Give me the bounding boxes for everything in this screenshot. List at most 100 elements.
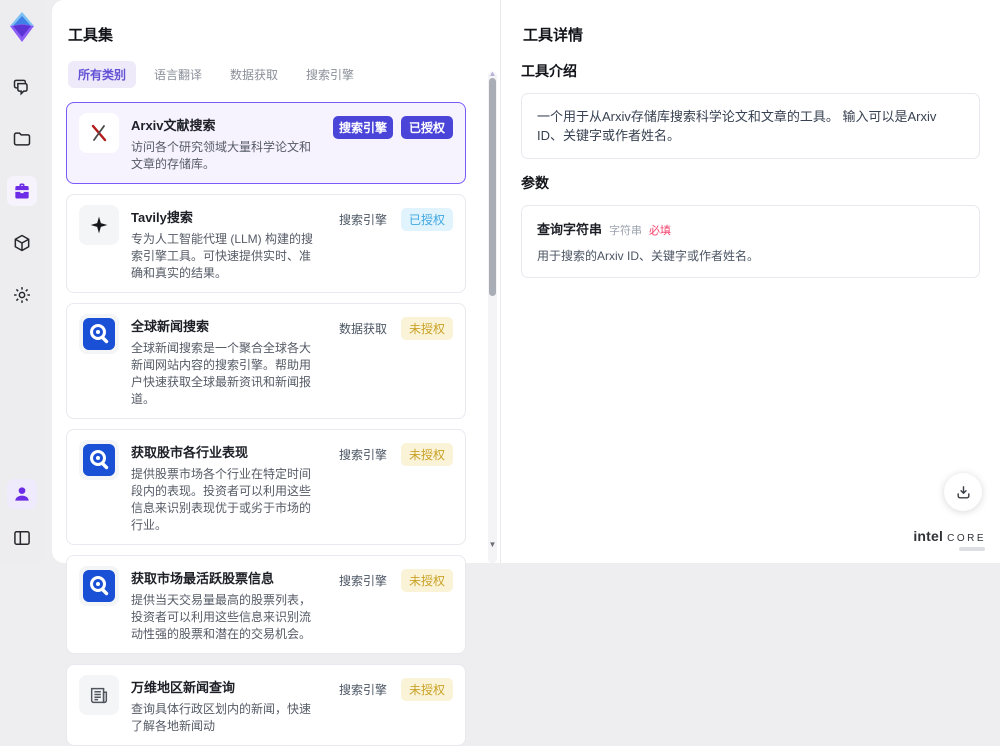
left-rail [0, 0, 44, 563]
brand-subtag [959, 547, 985, 551]
newspaper-icon [88, 684, 110, 706]
detail-title: 工具详情 [523, 27, 584, 44]
tool-title: 全球新闻搜索 [131, 319, 210, 334]
app-logo [7, 10, 37, 44]
core-wordmark: CORE [947, 533, 986, 544]
tool-title: 获取市场最活跃股票信息 [131, 571, 275, 586]
tab-label: 所有类别 [78, 68, 127, 82]
main-panel: 工具集 所有类别 语言翻译 数据获取 搜索引擎 Arxiv文献搜索 访问各个研究… [52, 0, 1000, 746]
tool-title: Arxiv文献搜索 [131, 118, 216, 133]
tool-icon [79, 314, 119, 354]
tool-badges: 数据获取 未授权 [333, 314, 453, 408]
tool-body: 获取股市各行业表现 提供股票市场各个行业在特定时间段内的表现。投资者可以利用这些… [131, 440, 321, 534]
tool-card[interactable]: 万维地区新闻查询 查询具体行政区划内的新闻，快速了解各地新闻动 搜索引擎 未授权 [66, 664, 466, 746]
tool-card[interactable]: Tavily搜索 专为人工智能代理 (LLM) 构建的搜索引擎工具。可快速提供实… [66, 194, 466, 293]
search-app-icon [79, 314, 119, 354]
arxiv-icon [88, 122, 110, 144]
chat-icon[interactable] [7, 72, 37, 102]
tool-description: 访问各个研究领域大量科学论文和文章的存储库。 [131, 140, 312, 171]
parameter-name: 查询字符串 [537, 222, 603, 237]
intel-core-logo: intel CORE [913, 528, 986, 551]
category-tab[interactable]: 所有类别 [68, 61, 137, 88]
category-badge: 搜索引擎 [338, 448, 387, 462]
tool-badges: 搜索引擎 未授权 [333, 566, 453, 643]
tab-label: 数据获取 [230, 68, 279, 82]
tool-list: Arxiv文献搜索 访问各个研究领域大量科学论文和文章的存储库。 搜索引擎 已授… [66, 102, 484, 746]
tool-description: 专为人工智能代理 (LLM) 构建的搜索引擎工具。可快速提供实时、准确和真实的结… [131, 232, 314, 280]
tool-body: 获取市场最活跃股票信息 提供当天交易量最高的股票列表，投资者可以利用这些信息来识… [131, 566, 321, 643]
folder-icon[interactable] [7, 124, 37, 154]
status-badge: 未授权 [400, 569, 453, 592]
category-tab[interactable]: 语言翻译 [144, 61, 212, 88]
category-badge: 搜索引擎 [332, 116, 393, 139]
status-badge: 已授权 [400, 116, 453, 139]
parameter-type: 字符串 [609, 225, 643, 237]
category-tabs: 所有类别 语言翻译 数据获取 搜索引擎 [68, 61, 484, 88]
tool-body: Arxiv文献搜索 访问各个研究领域大量科学论文和文章的存储库。 [131, 113, 321, 173]
intel-wordmark: intel [913, 528, 944, 544]
tool-detail-pane: 工具详情 工具介绍 一个用于从Arxiv存储库搜索科学论文和文章的工具。 输入可… [501, 0, 1000, 563]
parameter-description: 用于搜索的Arxiv ID、关键字或作者姓名。 [537, 249, 760, 263]
tool-title: 万维地区新闻查询 [131, 680, 236, 695]
status-badge: 未授权 [400, 443, 453, 466]
search-app-icon [79, 566, 119, 606]
intro-text: 一个用于从Arxiv存储库搜索科学论文和文章的工具。 输入可以是Arxiv ID… [537, 109, 937, 143]
tool-title: Tavily搜索 [131, 210, 193, 225]
category-badge: 搜索引擎 [338, 213, 387, 227]
scroll-down-icon[interactable]: ▼ [488, 541, 497, 549]
tool-icon [79, 205, 119, 245]
tool-icon [79, 675, 119, 715]
tool-title: 获取股市各行业表现 [131, 445, 249, 460]
status-badge: 未授权 [400, 317, 453, 340]
account-icon[interactable] [7, 479, 37, 509]
tool-card[interactable]: 获取市场最活跃股票信息 提供当天交易量最高的股票列表，投资者可以利用这些信息来识… [66, 555, 466, 654]
status-badge: 未授权 [400, 678, 453, 701]
cube-icon[interactable] [7, 228, 37, 258]
status-badge: 已授权 [400, 208, 453, 231]
rail-nav [7, 72, 37, 310]
tool-description: 查询具体行政区划内的新闻，快速了解各地新闻动 [131, 702, 312, 733]
tool-description: 提供当天交易量最高的股票列表，投资者可以利用这些信息来识别流动性强的股票和潜在的… [131, 593, 312, 641]
tool-badges: 搜索引擎 已授权 [333, 205, 453, 282]
params-heading: 参数 [521, 175, 549, 191]
toolbox-icon[interactable] [7, 176, 37, 206]
parameter-item: 查询字符串 字符串 必填 用于搜索的Arxiv ID、关键字或作者姓名。 [537, 219, 964, 264]
scrollbar-thumb[interactable] [489, 78, 496, 296]
tool-card[interactable]: 全球新闻搜索 全球新闻搜索是一个聚合全球各大新闻网站内容的搜索引擎。帮助用户快速… [66, 303, 466, 419]
tool-badges: 搜索引擎 已授权 [332, 113, 453, 173]
scroll-up-icon[interactable]: ▲ [488, 70, 497, 78]
tool-icon [79, 440, 119, 480]
download-icon [956, 485, 970, 499]
parameter-required-label: 必填 [649, 225, 672, 237]
list-scrollbar[interactable]: ▲ ▼ [488, 70, 497, 563]
intro-card: 一个用于从Arxiv存储库搜索科学论文和文章的工具。 输入可以是Arxiv ID… [521, 93, 980, 159]
category-tab[interactable]: 数据获取 [220, 61, 288, 88]
tool-icon [79, 566, 119, 606]
settings-gear-icon[interactable] [7, 280, 37, 310]
tab-label: 搜索引擎 [306, 68, 355, 82]
page-title: 工具集 [68, 27, 114, 44]
parameter-header: 查询字符串 字符串 必填 [537, 219, 964, 238]
category-badge: 搜索引擎 [338, 574, 387, 588]
category-badge: 搜索引擎 [338, 683, 387, 697]
tool-body: Tavily搜索 专为人工智能代理 (LLM) 构建的搜索引擎工具。可快速提供实… [131, 205, 321, 282]
rail-bottom [7, 479, 37, 553]
category-tab[interactable]: 搜索引擎 [296, 61, 364, 88]
category-badge: 数据获取 [338, 322, 387, 336]
tool-description: 提供股票市场各个行业在特定时间段内的表现。投资者可以利用这些信息来识别表现优于或… [131, 467, 312, 532]
intro-heading: 工具介绍 [521, 63, 577, 79]
tool-card[interactable]: 获取股市各行业表现 提供股票市场各个行业在特定时间段内的表现。投资者可以利用这些… [66, 429, 466, 545]
tab-label: 语言翻译 [154, 68, 203, 82]
tool-badges: 搜索引擎 未授权 [333, 440, 453, 534]
tool-body: 万维地区新闻查询 查询具体行政区划内的新闻，快速了解各地新闻动 [131, 675, 321, 735]
tool-list-pane: 工具集 所有类别 语言翻译 数据获取 搜索引擎 Arxiv文献搜索 访问各个研究… [52, 0, 500, 746]
tool-badges: 搜索引擎 未授权 [333, 675, 453, 735]
panel-toggle-icon[interactable] [7, 523, 37, 553]
tool-description: 全球新闻搜索是一个聚合全球各大新闻网站内容的搜索引擎。帮助用户快速获取全球最新资… [131, 341, 312, 406]
params-card: 查询字符串 字符串 必填 用于搜索的Arxiv ID、关键字或作者姓名。 [521, 205, 980, 278]
tool-icon [79, 113, 119, 153]
tool-card[interactable]: Arxiv文献搜索 访问各个研究领域大量科学论文和文章的存储库。 搜索引擎 已授… [66, 102, 466, 184]
sparkle-icon [89, 215, 109, 235]
tool-body: 全球新闻搜索 全球新闻搜索是一个聚合全球各大新闻网站内容的搜索引擎。帮助用户快速… [131, 314, 321, 408]
download-button[interactable] [944, 473, 982, 511]
